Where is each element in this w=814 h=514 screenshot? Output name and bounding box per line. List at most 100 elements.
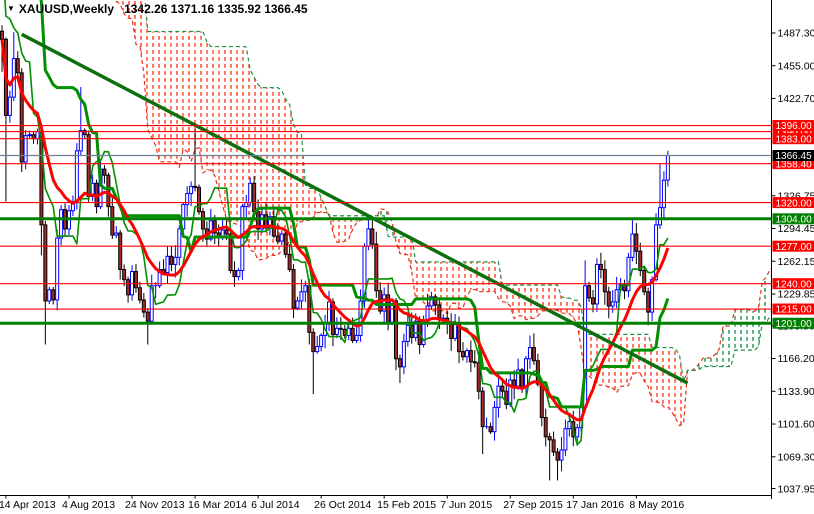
candle-bear [138, 282, 141, 304]
candle-bull [595, 258, 598, 312]
svg-text:1240.00: 1240.00 [776, 279, 813, 290]
svg-text:1277.00: 1277.00 [776, 242, 813, 253]
level-price-label-1396.00: 1396.00 [773, 120, 814, 132]
candle-bull [48, 287, 51, 304]
candle-bear [635, 223, 638, 264]
candle-bear [103, 165, 106, 184]
candle-bear [552, 432, 555, 456]
candle-bull [560, 437, 563, 471]
x-axis-label: 6 Jul 2014 [251, 499, 300, 511]
candle-bull [154, 282, 157, 298]
candle-bear [469, 341, 472, 373]
plot-area [0, 0, 772, 480]
svg-text:1320.00: 1320.00 [776, 198, 813, 209]
chart-window: 14 Apr 20134 Aug 201324 Nov 201316 Mar 2… [0, 0, 814, 514]
candle-bull [509, 373, 512, 407]
x-axis-label: 15 Feb 2015 [377, 499, 436, 511]
candle-bear [127, 277, 130, 303]
candle-bull [36, 129, 39, 145]
y-axis-tick-label: 1069.30 [778, 451, 814, 463]
y-axis-tick-label: 1166.20 [778, 353, 814, 365]
candle-bear [233, 261, 236, 286]
candle-bull [186, 186, 189, 217]
candle-bear [134, 264, 137, 293]
candle-bull [241, 204, 244, 280]
candle-bull [402, 334, 405, 374]
candle-bull [115, 226, 118, 238]
candle-bull [166, 246, 169, 284]
y-axis: 1487.301455.001422.701326.751294.451262.… [772, 28, 814, 496]
candle-bull [528, 335, 531, 368]
candle-bear [32, 131, 35, 144]
candle-bear [142, 293, 145, 318]
candle-bear [639, 243, 642, 277]
candle-bear [119, 230, 122, 280]
candle-bull [497, 373, 500, 417]
x-axis-label: 17 Jan 2016 [566, 499, 624, 511]
candle-bear [398, 355, 401, 383]
candle-bull [493, 401, 496, 441]
candle-bull [564, 420, 567, 456]
candle-bear [44, 221, 47, 345]
y-axis-tick-label: 1455.00 [778, 60, 814, 72]
candle-bear [489, 423, 492, 434]
svg-text:1215.00: 1215.00 [776, 305, 813, 316]
candle-bear [371, 218, 374, 249]
candle-bear [599, 253, 602, 279]
y-axis-tick-label: 1487.30 [778, 28, 814, 40]
level-price-label-1383.00: 1383.00 [773, 133, 814, 145]
candle-bull [71, 195, 74, 216]
candle-bull [316, 336, 319, 354]
candle-bull [465, 348, 468, 362]
candle-bull [12, 32, 15, 101]
candle-bull [662, 171, 665, 220]
candle-bull [131, 265, 134, 300]
candle-bear [481, 387, 484, 454]
candle-bear [473, 350, 476, 367]
candle-bear [123, 264, 126, 286]
x-axis-label: 27 Sep 2015 [503, 499, 563, 511]
candle-bear [461, 342, 464, 360]
candles-layer [1, 25, 670, 480]
y-axis-tick-label: 1101.60 [778, 419, 814, 431]
y-axis-tick-label: 1037.95 [778, 483, 814, 495]
svg-text:1396.00: 1396.00 [776, 121, 813, 132]
y-axis-tick-label: 1229.85 [778, 289, 814, 301]
level-price-label-1304.00: 1304.00 [773, 213, 814, 225]
x-axis-label: 8 May 2016 [629, 499, 684, 511]
candle-bear [513, 370, 516, 399]
svg-text:1304.00: 1304.00 [776, 215, 813, 226]
candle-bear [170, 246, 173, 271]
current-price-label: 1366.45 [773, 150, 814, 162]
candle-bear [198, 184, 201, 214]
candle-bear [146, 308, 149, 345]
candle-bear [607, 287, 610, 318]
candle-bull [320, 333, 323, 351]
svg-text:1201.00: 1201.00 [776, 319, 813, 330]
candle-bear [83, 128, 86, 139]
price-chart-canvas[interactable]: 14 Apr 20134 Aug 201324 Nov 201316 Mar 2… [0, 0, 814, 514]
candle-bull [454, 314, 457, 341]
candle-bear [288, 244, 291, 272]
candle-bull [627, 253, 630, 297]
candle-bear [292, 264, 295, 318]
candle-bear [532, 333, 535, 364]
candle-bull [178, 225, 181, 265]
svg-text:1366.45: 1366.45 [776, 151, 813, 162]
candle-bull [237, 268, 240, 280]
level-price-label-1277.00: 1277.00 [773, 241, 814, 253]
candle-bear [548, 433, 551, 481]
candle-bull [60, 205, 63, 245]
y-axis-tick-label: 1133.90 [778, 386, 814, 398]
x-axis-label: 7 Jun 2015 [440, 499, 492, 511]
candle-bear [434, 294, 437, 315]
x-axis-label: 24 Nov 2013 [125, 499, 185, 511]
candle-bull [335, 317, 338, 338]
candle-bear [544, 409, 547, 447]
candle-bear [450, 313, 453, 351]
candle-bull [615, 277, 618, 308]
candle-bear [603, 260, 606, 304]
candle-bear [312, 328, 315, 394]
level-price-label-1240.00: 1240.00 [773, 278, 814, 290]
candle-bear [623, 280, 626, 300]
